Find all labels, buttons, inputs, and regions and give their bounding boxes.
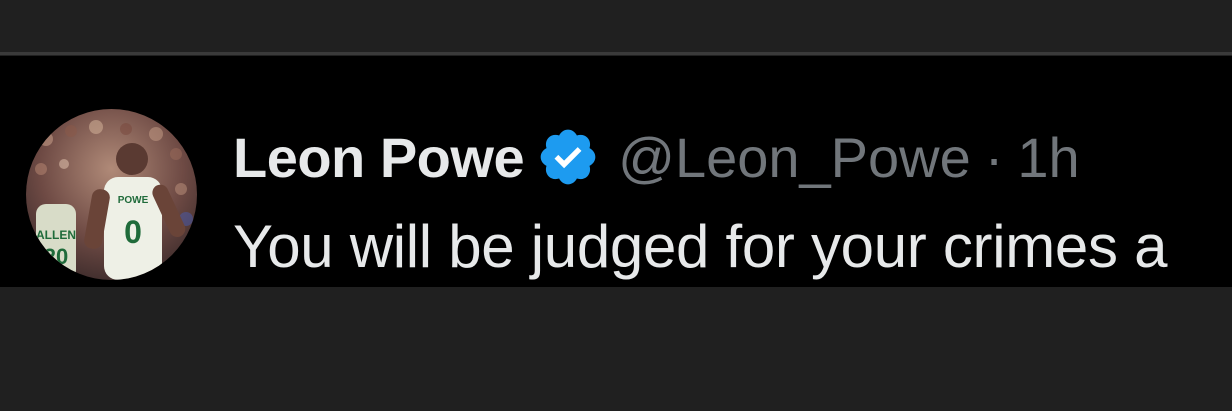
svg-text:20: 20 [44, 244, 68, 269]
avatar-image: ALLEN 20 POWE 0 [26, 109, 197, 280]
top-divider [0, 52, 1232, 55]
tweet-text: You will be judged for your crimes a [233, 213, 1168, 280]
verified-badge-icon[interactable] [536, 125, 600, 189]
svg-text:POWE: POWE [118, 195, 149, 206]
tweet-card[interactable]: ALLEN 20 POWE 0 Leon Powe @Leon_Powe · 1… [0, 56, 1232, 287]
avatar-jersey-number: 0 [124, 214, 142, 250]
separator-dot: · [984, 125, 1004, 189]
page: ALLEN 20 POWE 0 Leon Powe @Leon_Powe · 1… [0, 0, 1232, 411]
user-handle[interactable]: @Leon_Powe [618, 125, 971, 190]
svg-text:ALLEN: ALLEN [36, 228, 76, 242]
tweet-header: Leon Powe @Leon_Powe · 1h [233, 122, 1080, 192]
avatar[interactable]: ALLEN 20 POWE 0 [26, 109, 197, 280]
display-name[interactable]: Leon Powe [233, 125, 525, 190]
timestamp[interactable]: 1h [1017, 125, 1079, 190]
